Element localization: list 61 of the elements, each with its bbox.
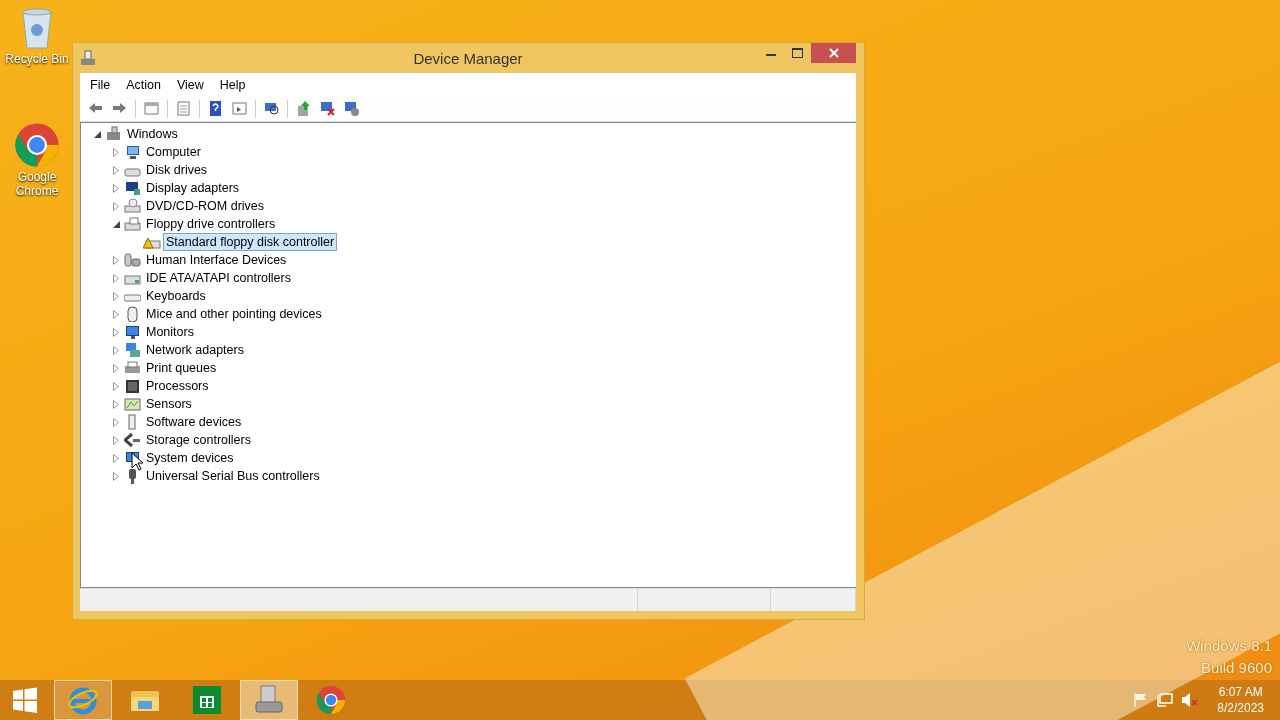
- internet-explorer-icon: [68, 685, 98, 715]
- recycle-bin-icon[interactable]: [20, 6, 54, 50]
- os-version-text: Windows 8.1: [1186, 636, 1272, 656]
- tree-item[interactable]: Disk drives: [143, 161, 211, 179]
- chip-icon: [124, 378, 141, 394]
- tree-item[interactable]: Standard floppy disk controller: [163, 233, 338, 251]
- menu-item[interactable]: Action: [118, 77, 169, 92]
- network-icon: [124, 342, 141, 358]
- close-button[interactable]: [811, 43, 856, 63]
- tree-item[interactable]: Network adapters: [143, 341, 247, 359]
- tree-item[interactable]: Computer: [143, 143, 204, 161]
- scan-icon: [263, 100, 280, 117]
- tree-item[interactable]: Monitors: [143, 323, 197, 341]
- window-icon: [231, 100, 248, 117]
- remove-device-icon: [319, 100, 336, 117]
- menu-item[interactable]: View: [168, 77, 212, 92]
- os-version-text: Build 9600: [1201, 658, 1272, 678]
- monitor-icon: [124, 144, 141, 160]
- tree-item[interactable]: Processors: [143, 377, 212, 395]
- monitor-icon: [124, 180, 141, 196]
- window-title: Device Manager: [413, 49, 523, 67]
- monitor-icon: [124, 324, 141, 340]
- collapse-arrow-icon[interactable]: [112, 220, 120, 228]
- tree-item[interactable]: DVD/CD-ROM drives: [143, 197, 268, 215]
- tree-item[interactable]: IDE ATA/ATAPI controllers: [143, 269, 294, 287]
- collapse-arrow-icon[interactable]: [93, 130, 101, 138]
- muted-speaker-icon[interactable]: [1181, 692, 1200, 708]
- drive-icon: [124, 216, 141, 232]
- chrome-icon: [14, 122, 60, 168]
- browser-button[interactable]: [54, 680, 112, 720]
- tree-item[interactable]: Display adapters: [143, 179, 243, 197]
- printer-icon: [124, 360, 141, 376]
- properties-icon: [175, 100, 192, 117]
- windows-logo-icon: [12, 687, 38, 713]
- menu-item[interactable]: File: [82, 77, 119, 92]
- network-icon[interactable]: [1157, 692, 1174, 708]
- storage-icon: [124, 432, 141, 448]
- update-icon: [295, 100, 312, 117]
- tree-item[interactable]: Storage controllers: [143, 431, 254, 449]
- chrome-icon: [316, 685, 346, 715]
- tree-item[interactable]: Floppy drive controllers: [143, 215, 279, 233]
- mouse-icon: [124, 306, 141, 322]
- disc-drive-icon: [124, 198, 141, 214]
- tree-item[interactable]: Keyboards: [143, 287, 209, 305]
- tree-item[interactable]: Mice and other pointing devices: [143, 305, 325, 323]
- tree-item[interactable]: Software devices: [143, 413, 245, 431]
- panel-icon: [143, 100, 160, 117]
- tree-item[interactable]: Windows: [124, 125, 181, 143]
- tree-item[interactable]: Human Interface Devices: [143, 251, 290, 269]
- sensor-icon: [124, 396, 141, 412]
- tree-item[interactable]: Sensors: [143, 395, 195, 413]
- menu-item[interactable]: Help: [211, 77, 254, 92]
- disable-device-icon: [343, 100, 360, 117]
- mouse-pointer-icon: [131, 452, 143, 471]
- tree-item[interactable]: System devices: [143, 449, 237, 467]
- tree-item[interactable]: Print queues: [143, 359, 220, 377]
- help-icon: [207, 100, 224, 117]
- device-manager-button[interactable]: [240, 680, 298, 720]
- maximize-icon: [792, 48, 803, 58]
- close-icon: [828, 48, 839, 58]
- tree-item[interactable]: Universal Serial Bus controllers: [143, 467, 323, 485]
